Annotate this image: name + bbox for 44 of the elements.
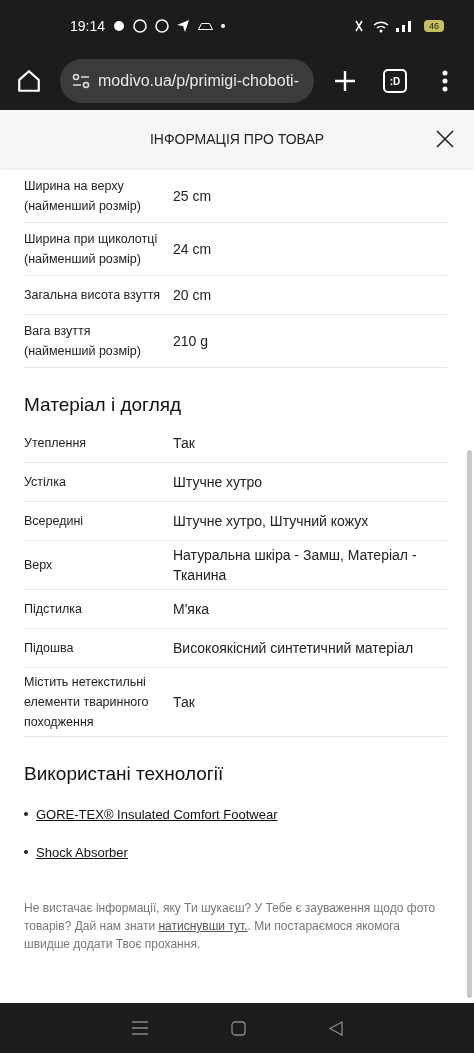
- spec-label: Вага взуття (найменший розмір): [24, 323, 142, 360]
- spec-label: Утеплення: [24, 435, 88, 452]
- tab-switcher-button[interactable]: :D: [383, 69, 407, 93]
- circle-icon: [155, 19, 170, 33]
- battery-level: 46: [424, 20, 444, 32]
- section-heading: Використані технології: [24, 763, 225, 785]
- spec-label: Підошва: [24, 640, 75, 657]
- spec-value: Штучне хутро: [173, 473, 264, 492]
- spec-value: 24 cm: [173, 240, 213, 259]
- clock: 19:14: [70, 18, 106, 34]
- site-settings-icon[interactable]: [72, 73, 90, 89]
- spec-value: Так: [173, 693, 196, 712]
- feedback-text: Не вистачає інформації, яку Ти шукаєш? У Тебе є зауваження щодо фото товарів? Дай нам знати натиснувши тут.. Ми постараємося якомога швидше додати Твоє прохання.: [24, 900, 437, 953]
- spec-value: М'яка: [173, 600, 211, 619]
- section-heading: Матеріал і догляд: [24, 394, 183, 416]
- spec-label: Підстилка: [24, 601, 83, 618]
- technology-link[interactable]: Shock Absorber: [36, 844, 128, 860]
- spec-label: Загальна висота взуття: [24, 287, 162, 304]
- spec-label: Верх: [24, 557, 54, 574]
- plus-icon[interactable]: [334, 70, 356, 92]
- spec-value: Натуральна шкіра - Замш, Матеріал - Тканина: [173, 546, 418, 585]
- chat-bubble-icon: [113, 20, 126, 32]
- spec-value: 25 cm: [173, 187, 213, 206]
- bullet-icon: [24, 812, 28, 816]
- bullet-icon: [24, 850, 28, 854]
- spec-label: Всередині: [24, 513, 85, 530]
- spec-label: Містить нетекстильні елементи тваринного походження: [24, 674, 150, 731]
- paper-plane-icon: [177, 20, 191, 32]
- spec-value: 210 g: [173, 332, 210, 351]
- spec-value: Так: [173, 434, 196, 453]
- feedback-link[interactable]: натиснувши тут.: [158, 919, 248, 933]
- dot-icon: [221, 24, 226, 28]
- spec-value: Штучне хутро, Штучний кожух: [173, 512, 370, 531]
- spec-label: Ширина при щиколотці (найменший розмір): [24, 231, 159, 268]
- spec-value: 20 cm: [173, 286, 213, 305]
- menu-icon[interactable]: [442, 70, 448, 92]
- spec-label: Ширина на верху (найменший розмір): [24, 178, 142, 215]
- back-icon[interactable]: [328, 1020, 343, 1036]
- modal-title: ІНФОРМАЦІЯ ПРО ТОВАР: [149, 131, 325, 147]
- address-bar[interactable]: modivo.ua/p/primigi-choboti-: [60, 59, 314, 103]
- technology-link[interactable]: GORE-TEX® Insulated Comfort Footwear: [36, 806, 278, 822]
- spec-label: Устілка: [24, 474, 67, 491]
- home-icon[interactable]: [16, 68, 42, 94]
- spec-value: Високоякісний синтетичний матеріал: [173, 639, 415, 658]
